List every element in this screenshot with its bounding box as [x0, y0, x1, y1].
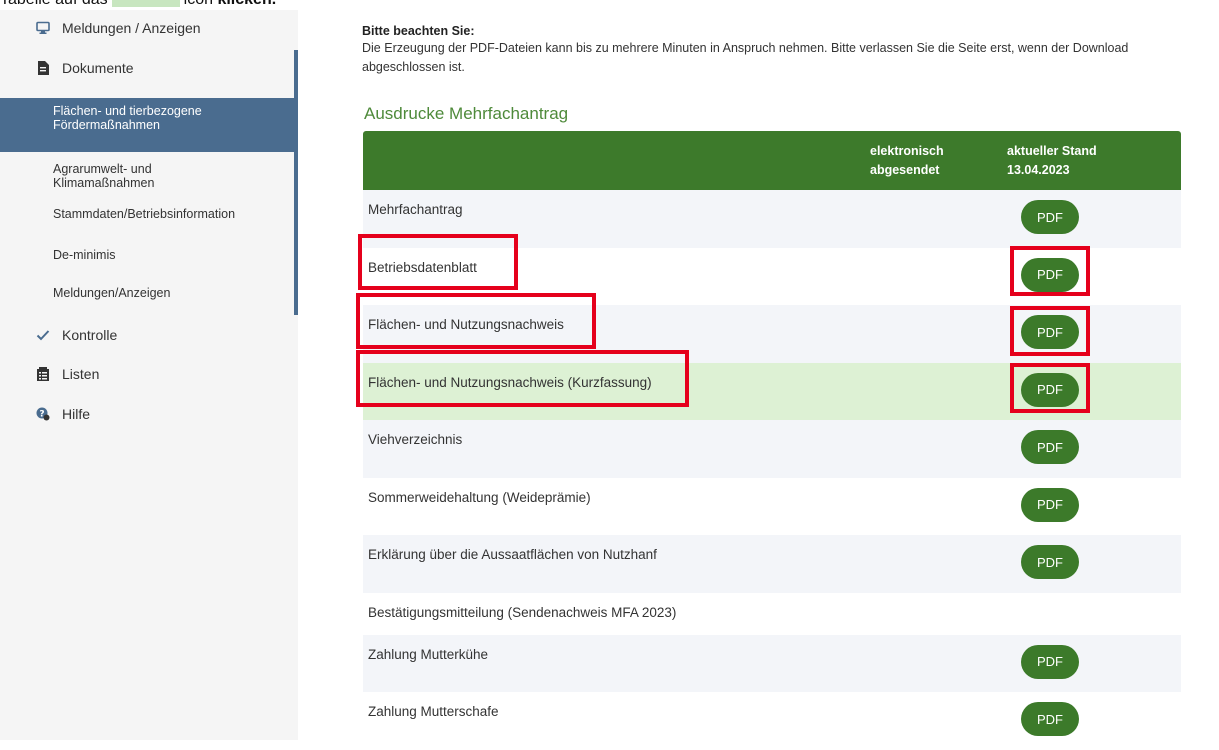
check-icon: [36, 328, 50, 342]
sidebar-item-label: Hilfe: [62, 406, 91, 422]
annotation-box: [1010, 246, 1090, 296]
sidebar-item-hilfe[interactable]: ? Hilfe: [36, 406, 90, 422]
sidebar-subitem-label: Flächen- und tierbezogene Fördermaßnahme…: [53, 104, 202, 132]
table-row: Zahlung Mutterschafe PDF: [363, 692, 1181, 750]
table-row: Bestätigungsmitteilung (Sendenachweis MF…: [363, 593, 1181, 635]
sidebar-item-label: Listen: [62, 366, 100, 382]
section-title: Ausdrucke Mehrfachantrag: [364, 104, 569, 123]
table-row: Sommerweidehaltung (Weideprämie) PDF: [363, 478, 1181, 536]
sidebar-item-label: Meldungen / Anzeigen: [62, 20, 201, 36]
sidebar-item-meldungen[interactable]: Meldungen / Anzeigen: [36, 20, 201, 36]
instruction-text: Tabelle auf das icon klicken.: [0, 0, 276, 9]
notice-title: Bitte beachten Sie:: [362, 24, 475, 38]
row-label: Erklärung über die Aussaatflächen von Nu…: [368, 547, 657, 562]
monitor-icon: [36, 21, 50, 35]
row-label: Zahlung Mutterschafe: [368, 704, 499, 719]
sidebar: Meldungen / Anzeigen Dokumente Flächen- …: [0, 10, 298, 740]
sidebar-item-label: Kontrolle: [62, 327, 118, 343]
row-label: Sommerweidehaltung (Weideprämie): [368, 489, 591, 505]
sidebar-subitem-deminimis[interactable]: De-minimis: [53, 248, 116, 262]
pdf-download-button[interactable]: PDF: [1021, 702, 1079, 736]
highlight-swatch: [111, 0, 180, 7]
pdf-download-button[interactable]: PDF: [1021, 200, 1079, 234]
main-content: Bitte beachten Sie: Die Erzeugung der PD…: [345, 10, 1185, 740]
notice-body: Die Erzeugung der PDF-Dateien kann bis z…: [362, 41, 1129, 74]
instruction-before: Tabelle auf das: [0, 0, 108, 8]
help-icon: ?: [36, 407, 50, 421]
sidebar-item-kontrolle[interactable]: Kontrolle: [36, 327, 117, 343]
instruction-bold: klicken.: [217, 0, 276, 8]
row-label: Bestätigungsmitteilung (Sendenachweis MF…: [368, 604, 677, 620]
list-icon: [36, 367, 50, 381]
sidebar-subitem-agrarumwelt[interactable]: Agrarumwelt- und Klimamaßnahmen: [53, 162, 213, 190]
annotation-box: [356, 293, 596, 349]
column-header-current: aktueller Stand 13.04.2023: [1007, 144, 1097, 177]
table-header: elektronisch abgesendet aktueller Stand …: [363, 131, 1181, 190]
row-label: Zahlung Mutterkühe: [368, 646, 489, 662]
row-label: Viehverzeichnis: [368, 432, 463, 447]
table-row: Zahlung Mutterkühe PDF: [363, 634, 1181, 692]
pdf-download-button[interactable]: PDF: [1021, 430, 1079, 464]
sidebar-item-label: Dokumente: [62, 60, 134, 76]
row-label: Mehrfachantrag: [368, 202, 463, 217]
annotation-box: [356, 350, 689, 407]
annotation-box: [1010, 363, 1090, 413]
sidebar-subitem-stammdaten[interactable]: Stammdaten/Betriebsinformation: [53, 207, 235, 221]
annotation-box: [358, 234, 518, 290]
pdf-download-button[interactable]: PDF: [1021, 644, 1079, 679]
table-row: Erklärung über die Aussaatflächen von Nu…: [363, 535, 1181, 593]
sidebar-subitem-flaechen[interactable]: Flächen- und tierbezogene Fördermaßnahme…: [0, 98, 294, 152]
sidebar-item-listen[interactable]: Listen: [36, 366, 99, 382]
instruction-after: icon: [184, 0, 213, 8]
column-header-sent: elektronisch abgesendet: [870, 144, 944, 177]
document-icon: [36, 61, 50, 75]
group-rail: [294, 50, 298, 315]
table-row: Viehverzeichnis PDF: [363, 420, 1181, 478]
pdf-download-button[interactable]: PDF: [1021, 545, 1079, 579]
dokumente-group: Dokumente Flächen- und tierbezogene Förd…: [0, 50, 298, 315]
sidebar-subitem-meldungen[interactable]: Meldungen/Anzeigen: [53, 286, 170, 300]
annotation-box: [1010, 306, 1090, 356]
pdf-download-button[interactable]: PDF: [1021, 487, 1079, 522]
sidebar-item-dokumente[interactable]: Dokumente: [36, 60, 134, 76]
documents-table: elektronisch abgesendet aktueller Stand …: [363, 131, 1181, 750]
